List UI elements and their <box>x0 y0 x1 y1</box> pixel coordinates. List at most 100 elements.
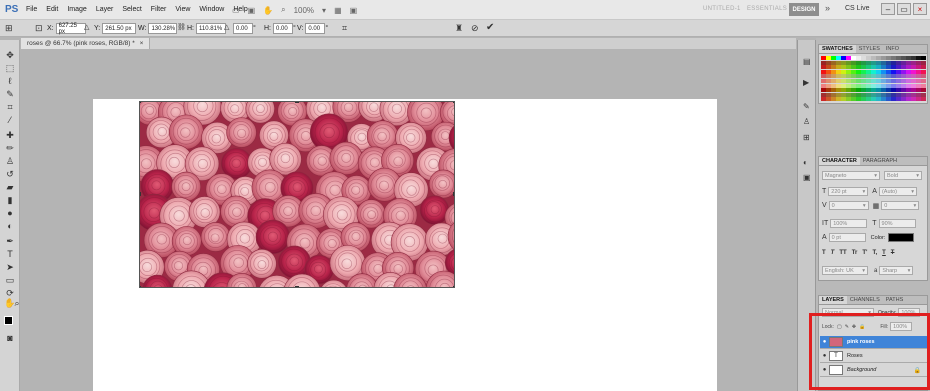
foreground-color-swatch[interactable] <box>4 316 13 325</box>
small-caps-button[interactable]: Tr <box>852 250 858 256</box>
faux-italic-button[interactable]: T <box>831 250 835 256</box>
transform-handle[interactable] <box>140 192 141 196</box>
maximize-icon[interactable]: ▭ <box>897 3 911 15</box>
menu-layer[interactable]: Layer <box>96 6 114 13</box>
y-input[interactable]: 261.50 px <box>102 23 137 34</box>
menu-select[interactable]: Select <box>122 6 141 13</box>
quick-mask-icon[interactable]: ◙ <box>5 333 15 343</box>
swatch[interactable] <box>921 88 926 93</box>
h-skew-input[interactable]: 0.00 <box>273 23 293 34</box>
transform-handle[interactable] <box>140 286 141 287</box>
menu-edit[interactable]: Edit <box>46 6 58 13</box>
pen-tool-icon[interactable]: ✒ <box>5 236 15 246</box>
arrange-documents-icon[interactable]: ▦ <box>334 6 342 15</box>
baseline-shift-input[interactable]: 0 pt <box>828 233 866 242</box>
swatch[interactable] <box>921 83 926 88</box>
close-document-icon[interactable]: × <box>140 40 144 47</box>
brush-panel-icon[interactable]: ✎ <box>803 102 812 111</box>
font-family-select[interactable]: Magneto ▾ <box>822 171 880 180</box>
adjustments-icon[interactable]: ◐ <box>803 158 812 167</box>
transform-handle[interactable] <box>453 286 454 287</box>
tab-paragraph[interactable]: PARAGRAPH <box>860 157 900 165</box>
gradient-tool-icon[interactable]: ▮ <box>5 195 15 205</box>
workspace-untitled[interactable]: UNTITLED-1 <box>703 6 741 12</box>
actions-panel-icon[interactable]: ▶ <box>803 78 812 87</box>
type-tool-icon[interactable]: T <box>5 249 15 259</box>
text-color-swatch[interactable] <box>888 233 915 242</box>
screen-mode-icon[interactable]: ▣ <box>350 6 358 15</box>
tab-layers[interactable]: LAYERS <box>819 296 847 304</box>
menu-view[interactable]: View <box>175 6 190 13</box>
blur-tool-icon[interactable]: ● <box>5 208 15 218</box>
minimize-icon[interactable]: – <box>881 3 895 15</box>
3d-rotate-icon[interactable]: ⟳ <box>5 288 15 298</box>
menu-filter[interactable]: Filter <box>151 6 167 13</box>
strikethrough-button[interactable]: T <box>891 250 895 256</box>
swatch[interactable] <box>921 60 926 65</box>
bridge-icon[interactable]: ▭ <box>232 6 240 15</box>
document-tab[interactable]: roses @ 66.7% (pink roses, RGB/8) * × <box>21 38 151 49</box>
transform-handle[interactable] <box>295 286 299 287</box>
cs-live-button[interactable]: CS Live <box>845 5 870 12</box>
move-tool-icon[interactable]: ✥ <box>5 50 15 60</box>
font-style-select[interactable]: Bold ▾ <box>884 171 922 180</box>
antialias-select[interactable]: Sharp ▾ <box>879 266 914 275</box>
minibridge-icon[interactable]: ▣ <box>248 6 256 15</box>
swatch[interactable] <box>921 78 926 83</box>
swatch[interactable] <box>921 92 926 97</box>
hand-icon[interactable]: ✋ <box>263 6 273 15</box>
tab-character[interactable]: CHARACTER <box>819 157 860 165</box>
tab-info[interactable]: INFO <box>883 45 902 53</box>
tool-presets-icon[interactable]: ⊞ <box>803 133 812 142</box>
subscript-button[interactable]: T, <box>872 250 877 256</box>
horizontal-scale-input[interactable]: 90% <box>878 219 916 228</box>
transform-handle[interactable] <box>453 192 454 196</box>
tracking-input[interactable]: 0 ▾ <box>881 201 920 210</box>
tab-channels[interactable]: CHANNELS <box>847 296 883 304</box>
all-caps-button[interactable]: TT <box>839 250 846 256</box>
marquee-tool-icon[interactable]: ⬚ <box>5 63 15 73</box>
eraser-tool-icon[interactable]: ▰ <box>5 182 15 192</box>
transform-handle[interactable] <box>453 102 454 103</box>
menu-image[interactable]: Image <box>67 6 86 13</box>
cancel-transform-icon[interactable]: ⊘ <box>471 23 479 34</box>
relative-position-icon[interactable]: △ <box>84 23 89 31</box>
quick-select-icon[interactable]: ✎ <box>5 89 15 99</box>
language-select[interactable]: English: UK ▾ <box>822 266 868 275</box>
swatch[interactable] <box>921 97 926 102</box>
swatch[interactable] <box>921 65 926 70</box>
zoom-tool-icon[interactable]: ⌕ <box>12 298 22 308</box>
superscript-button[interactable]: T' <box>862 250 867 256</box>
menu-file[interactable]: File <box>26 6 37 13</box>
font-size-input[interactable]: 220 pt ▾ <box>828 187 869 196</box>
crop-tool-icon[interactable]: ⌗ <box>5 102 15 112</box>
underline-button[interactable]: T <box>882 250 886 256</box>
width-input[interactable]: 130.28% <box>148 23 178 34</box>
eyedropper-icon[interactable]: ⁄ <box>5 115 15 125</box>
warp-icon[interactable]: ⌗ <box>342 23 347 34</box>
more-workspaces-icon[interactable]: » <box>825 3 830 13</box>
swatch[interactable] <box>921 74 926 79</box>
clone-stamp-icon[interactable]: ♙ <box>5 156 15 166</box>
vertical-scale-input[interactable]: 100% <box>830 219 868 228</box>
v-skew-input[interactable]: 0.00 <box>305 23 326 34</box>
swatch-grid[interactable] <box>821 56 926 102</box>
healing-brush-icon[interactable]: ✚ <box>5 130 15 140</box>
history-panel-icon[interactable]: ▤ <box>803 57 812 66</box>
workspace-essentials[interactable]: ESSENTIALS <box>747 6 787 12</box>
transform-handle[interactable] <box>295 102 299 103</box>
history-brush-icon[interactable]: ↺ <box>5 169 15 179</box>
reference-point-icon[interactable]: ⊡ <box>35 23 43 34</box>
faux-bold-button[interactable]: T <box>822 250 826 256</box>
swatch[interactable] <box>921 56 926 60</box>
tab-styles[interactable]: STYLES <box>856 45 883 53</box>
x-input[interactable]: 627.25 px <box>55 23 86 35</box>
transform-handle[interactable] <box>140 102 141 103</box>
commit-transform-icon[interactable]: ✔ <box>486 22 494 33</box>
pink-roses-image[interactable] <box>139 101 455 288</box>
leading-input[interactable]: (Auto) ▾ <box>878 187 917 196</box>
tool-preset-icon[interactable]: ⊞ <box>5 23 13 34</box>
tab-swatches[interactable]: SWATCHES <box>819 45 856 53</box>
path-select-icon[interactable]: ➤ <box>5 262 15 272</box>
workspace-design[interactable]: DESIGN <box>789 3 819 16</box>
